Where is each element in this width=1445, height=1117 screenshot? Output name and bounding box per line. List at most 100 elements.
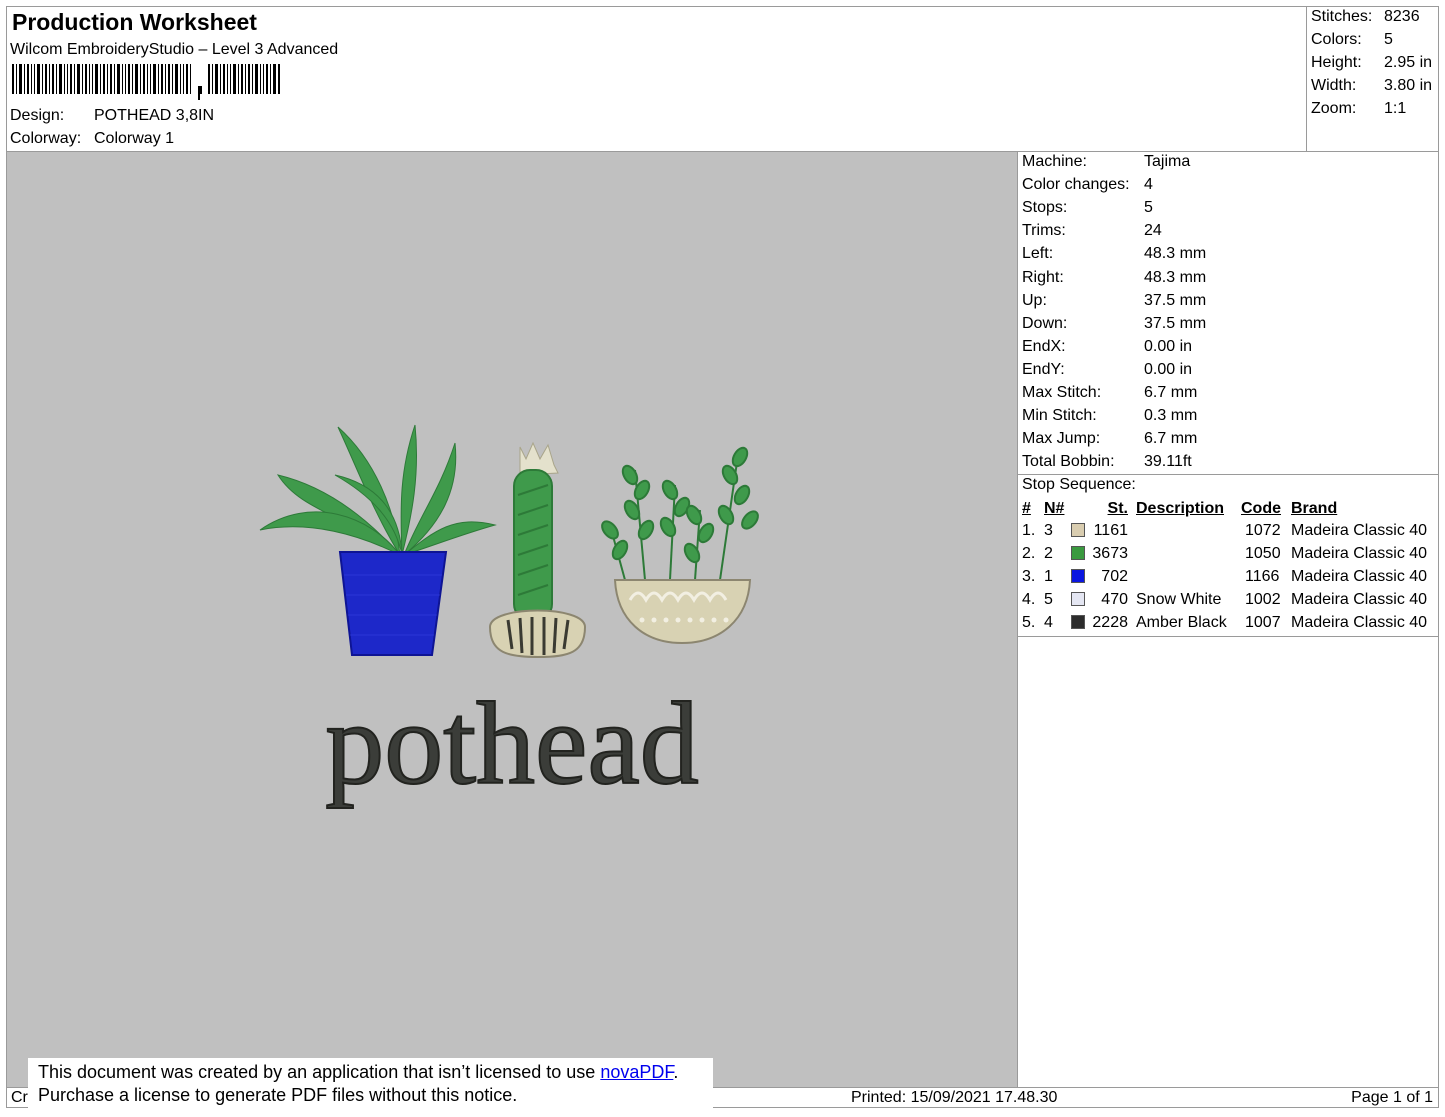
cactus-pot [488,609,587,659]
width-value: 3.80 in [1384,77,1433,94]
sequence-divider [1017,636,1439,637]
sequence-stitches: 470 [1101,591,1128,608]
color-swatch [1071,569,1085,583]
info-value: 0.3 mm [1144,407,1198,425]
info-value: 24 [1144,222,1162,240]
sequence-code: 1007 [1245,614,1281,631]
info-value: 37.5 mm [1144,291,1207,309]
footer-created-text: Cr [11,1089,28,1106]
info-value: 48.3 mm [1144,245,1207,263]
zoom-label: Zoom: [1311,100,1357,117]
height-label: Height: [1311,54,1362,71]
sequence-brand: Madeira Classic 40 [1291,614,1428,631]
info-label: Color changes: [1022,176,1130,194]
embroidery-design-preview: pothead [259,424,759,810]
sequence-brand: Madeira Classic 40 [1291,591,1428,608]
sequence-num: 4. [1022,591,1036,608]
sequence-num: 3. [1022,568,1036,585]
summary-divider [1306,6,1307,152]
sequence-brand: Madeira Classic 40 [1291,522,1428,539]
notice-text: This document was created by an applicat… [38,1062,601,1082]
colorway-value: Colorway 1 [94,130,175,147]
header-needle: N# [1044,500,1065,517]
header-code: Code [1241,500,1281,517]
spiky-plant [259,424,497,556]
info-value: 6.7 mm [1144,384,1198,401]
sequence-stitches: 702 [1101,568,1128,585]
sequence-needle: 4 [1044,614,1053,631]
info-label: Stops: [1022,199,1068,217]
software-name: Wilcom EmbroideryStudio – Level 3 Advanc… [10,41,339,58]
info-value: Tajima [1144,153,1191,170]
header-stitches: St. [1107,500,1128,517]
notice-line-2: Purchase a license to generate PDF files… [38,1085,518,1105]
color-swatch [1071,523,1085,537]
sequence-code: 1166 [1245,568,1280,585]
color-swatch [1071,615,1085,629]
stitches-value: 8236 [1384,8,1420,25]
info-label: Min Stitch: [1022,407,1097,425]
info-value: 37.5 mm [1144,314,1207,332]
info-value: 4 [1144,176,1153,194]
stop-sequence-title: Stop Sequence: [1022,476,1136,493]
color-swatch [1071,592,1085,606]
page-title: Production Worksheet [12,9,257,35]
leafy-plant [601,446,759,581]
sequence-brand: Madeira Classic 40 [1291,568,1428,585]
info-label: Down: [1022,314,1068,332]
sequence-stitches: 2228 [1092,614,1128,631]
patterned-bowl [613,579,752,645]
sequence-code: 1002 [1245,591,1281,608]
notice-period: . [673,1062,679,1082]
sequence-stitches: 3673 [1092,545,1128,562]
printed-timestamp: Printed: 15/09/2021 17.48.30 [851,1089,1058,1106]
info-label: EndX: [1022,337,1066,355]
sequence-needle: 3 [1044,522,1053,539]
header-description: Description [1136,500,1225,517]
info-value: 0.00 in [1144,360,1193,378]
notice-line-1: This document was created by an applicat… [38,1061,703,1084]
info-label: EndY: [1022,360,1065,378]
sequence-num: 5. [1022,614,1036,631]
info-label: Machine: [1022,153,1087,170]
sequence-num: 2. [1022,545,1036,562]
design-text: pothead [325,678,699,809]
info-label: Max Stitch: [1022,384,1102,401]
info-value: 39.11ft [1144,453,1192,471]
info-label: Trims: [1022,222,1066,240]
sequence-stitches: 1161 [1093,522,1128,539]
sequence-description: Amber Black [1136,614,1227,631]
width-label: Width: [1311,77,1357,94]
color-swatch [1071,546,1085,560]
info-value: 6.7 mm [1144,430,1198,448]
info-label: Total Bobbin: [1022,453,1115,471]
info-label: Right: [1022,268,1064,286]
design-value: POTHEAD 3,8IN [94,107,215,124]
info-label: Max Jump: [1022,430,1101,448]
info-label: Left: [1022,245,1054,263]
page-number: Page 1 of 1 [1351,1089,1433,1106]
sequence-needle: 1 [1044,568,1053,585]
colors-value: 5 [1384,31,1393,48]
novapdf-link[interactable]: novaPDF [600,1062,673,1082]
sequence-num: 1. [1022,522,1036,539]
colorway-label: Colorway: [10,130,82,147]
barcode [12,64,280,100]
info-value: 48.3 mm [1144,268,1207,286]
sequence-needle: 5 [1044,591,1053,608]
canvas-divider [1017,151,1018,1087]
zoom-value: 1:1 [1384,100,1407,117]
sequence-code: 1050 [1245,545,1281,562]
design-label: Design: [10,107,65,124]
info-value: 0.00 in [1144,337,1193,355]
license-notice: This document was created by an applicat… [28,1058,713,1110]
header-brand: Brand [1291,500,1338,517]
stitches-label: Stitches: [1311,8,1373,25]
header-num: # [1022,500,1031,517]
sequence-code: 1072 [1245,522,1281,539]
colors-label: Colors: [1311,31,1362,48]
blue-pot [338,551,448,656]
info-label: Up: [1022,291,1047,309]
info-value: 5 [1144,199,1153,217]
height-value: 2.95 in [1384,54,1433,71]
